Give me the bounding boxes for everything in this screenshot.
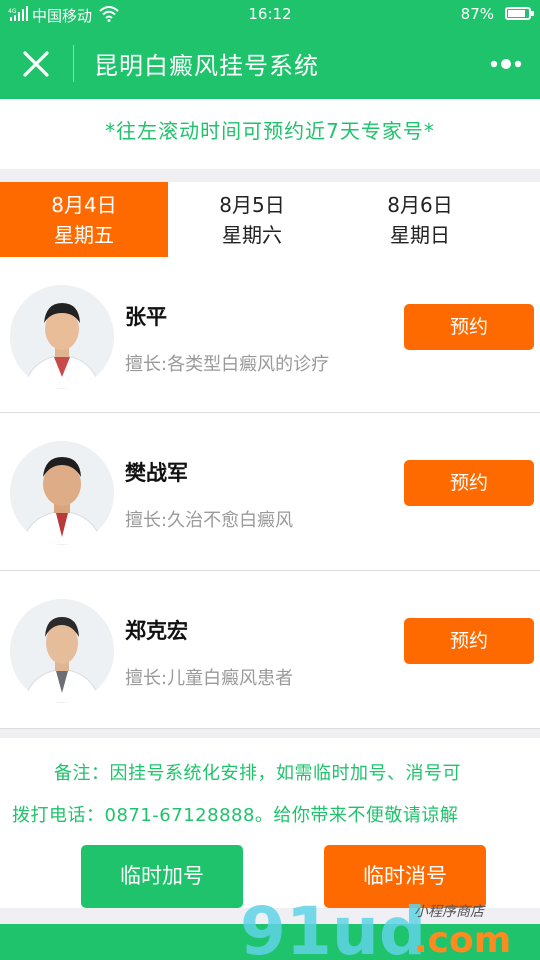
watermark-domain: .com [414, 920, 511, 960]
book-button[interactable]: 预约 [404, 618, 534, 664]
watermark-tagline: 小程序商店 [414, 904, 486, 920]
watermark-logo: 91ud .com 小程序商店 [240, 893, 511, 960]
date-tab-date: 8月5日 [219, 193, 285, 217]
date-tab-date: 8月6日 [387, 193, 453, 217]
date-tab-weekday: 星期五 [54, 223, 114, 247]
battery-icon [505, 7, 534, 20]
date-tabs: 8月4日 星期五 8月5日 星期六 8月6日 星期日 [0, 182, 540, 257]
nav-bar: 昆明白癜风挂号系统 [0, 30, 540, 99]
status-bar: 4G 中国移动 16:12 87% [0, 0, 540, 30]
date-tab-weekday: 星期六 [222, 223, 282, 247]
date-tab-date: 8月4日 [51, 193, 117, 217]
book-button[interactable]: 预约 [404, 304, 534, 350]
doctor-specialty: 擅长:儿童白癜风患者 [125, 668, 294, 689]
battery-percent: 87% [460, 5, 494, 23]
doctor-list: 张平 擅长:各类型白癜风的诊疗 预约 樊战军 擅长:久治不愈白癜风 预约 郑克宏… [0, 257, 540, 729]
doctor-row: 张平 擅长:各类型白癜风的诊疗 预约 [0, 257, 540, 413]
date-tab-0[interactable]: 8月4日 星期五 [0, 182, 168, 257]
doctor-avatar [10, 285, 114, 389]
doctor-name: 张平 [125, 305, 167, 329]
book-button[interactable]: 预约 [404, 460, 534, 506]
scroll-notice: *往左滚动时间可预约近7天专家号* [0, 99, 540, 169]
close-icon[interactable] [14, 42, 58, 86]
remark-phone-text: 拨打电话：0871-67128888。给你带来不便敬请谅解 [12, 805, 459, 826]
doctor-row: 郑克宏 擅长:儿童白癜风患者 预约 [0, 571, 540, 729]
page: 4G 中国移动 16:12 87% 昆明白癜风挂号系统 *往左滚动时间可预约近7… [0, 0, 540, 960]
nav-divider [73, 45, 74, 82]
remark-text: 备注：因挂号系统化安排，如需临时加号、消号可 [54, 763, 461, 784]
doctor-avatar [10, 441, 114, 545]
watermark-brand: 91ud [240, 893, 426, 960]
date-tab-1[interactable]: 8月5日 星期六 [168, 182, 336, 257]
date-tab-2[interactable]: 8月6日 星期日 [336, 182, 504, 257]
doctor-name: 樊战军 [125, 461, 188, 485]
doctor-row: 樊战军 擅长:久治不愈白癜风 预约 [0, 413, 540, 571]
date-tab-weekday: 星期日 [390, 223, 450, 247]
temp-add-button[interactable]: 临时加号 [81, 845, 243, 908]
doctor-specialty: 擅长:久治不愈白癜风 [125, 510, 294, 531]
more-dots-icon[interactable] [488, 50, 524, 78]
clock: 16:12 [248, 5, 292, 23]
page-title: 昆明白癜风挂号系统 [94, 52, 319, 80]
doctor-avatar [10, 599, 114, 703]
doctor-specialty: 擅长:各类型白癜风的诊疗 [125, 354, 330, 375]
doctor-name: 郑克宏 [125, 619, 188, 643]
